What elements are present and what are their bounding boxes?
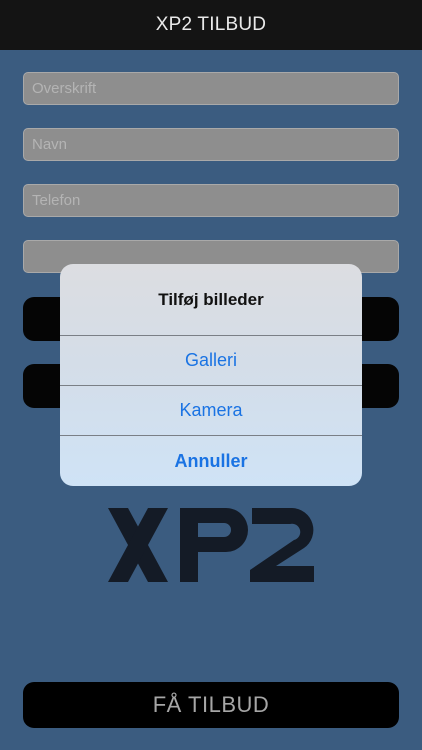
- action-sheet-title: Tilføj billeder: [60, 264, 362, 336]
- add-images-action-sheet: Tilføj billeder Galleri Kamera Annuller: [60, 264, 362, 486]
- camera-option[interactable]: Kamera: [60, 386, 362, 436]
- cancel-option[interactable]: Annuller: [60, 436, 362, 486]
- gallery-option[interactable]: Galleri: [60, 336, 362, 386]
